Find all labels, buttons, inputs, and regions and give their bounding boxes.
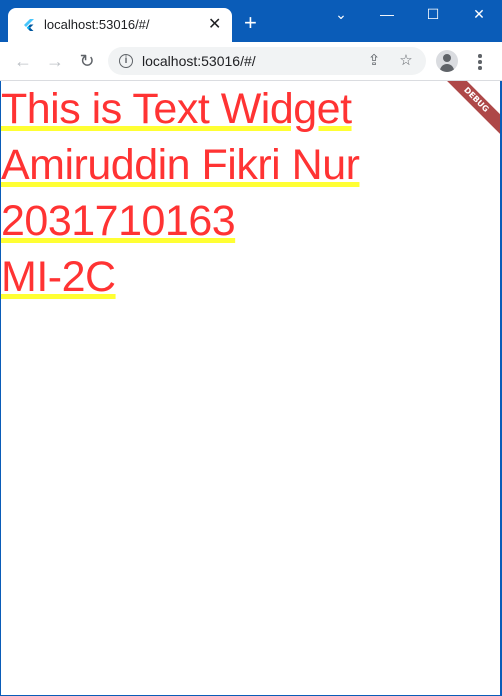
tab-close-icon[interactable]: ✕ <box>208 14 221 34</box>
chevron-down-icon[interactable]: ⌄ <box>326 6 356 28</box>
back-arrow-icon[interactable]: ← <box>12 50 34 72</box>
kebab-menu-icon[interactable] <box>470 51 490 73</box>
close-window-button[interactable]: ✕ <box>464 6 494 28</box>
avatar-body <box>440 64 454 72</box>
new-tab-button[interactable]: + <box>244 12 257 34</box>
profile-avatar[interactable] <box>436 50 458 72</box>
info-icon[interactable]: i <box>119 54 133 68</box>
share-icon[interactable]: ⇪ <box>364 51 384 71</box>
browser-title-bar: localhost:53016/#/ ✕ + ⌄ — ☐ ✕ <box>0 0 502 42</box>
star-icon[interactable]: ☆ <box>396 51 416 71</box>
maximize-button[interactable]: ☐ <box>418 6 448 28</box>
flutter-icon <box>24 19 34 31</box>
minimize-button[interactable]: — <box>372 6 402 28</box>
address-url[interactable]: localhost:53016/#/ <box>142 53 256 69</box>
browser-toolbar: ← → ↻ i localhost:53016/#/ ⇪ ☆ <box>0 42 502 81</box>
text-widget: This is Text Widget Amiruddin Fikri Nur … <box>1 81 500 305</box>
text-line-name: Amiruddin Fikri Nur <box>1 141 360 189</box>
reload-icon[interactable]: ↻ <box>76 50 98 72</box>
forward-arrow-icon[interactable]: → <box>44 50 66 72</box>
tab-title: localhost:53016/#/ <box>44 17 150 32</box>
browser-tab[interactable]: localhost:53016/#/ ✕ <box>8 8 232 42</box>
text-line-class: MI-2C <box>1 253 116 301</box>
flutter-app-viewport: This is Text Widget Amiruddin Fikri Nur … <box>1 81 500 695</box>
avatar-head <box>443 54 451 62</box>
text-line-title: This is Text Widget <box>1 85 352 133</box>
address-bar[interactable]: i localhost:53016/#/ ⇪ ☆ <box>108 47 426 75</box>
text-line-student-id: 2031710163 <box>1 197 236 245</box>
